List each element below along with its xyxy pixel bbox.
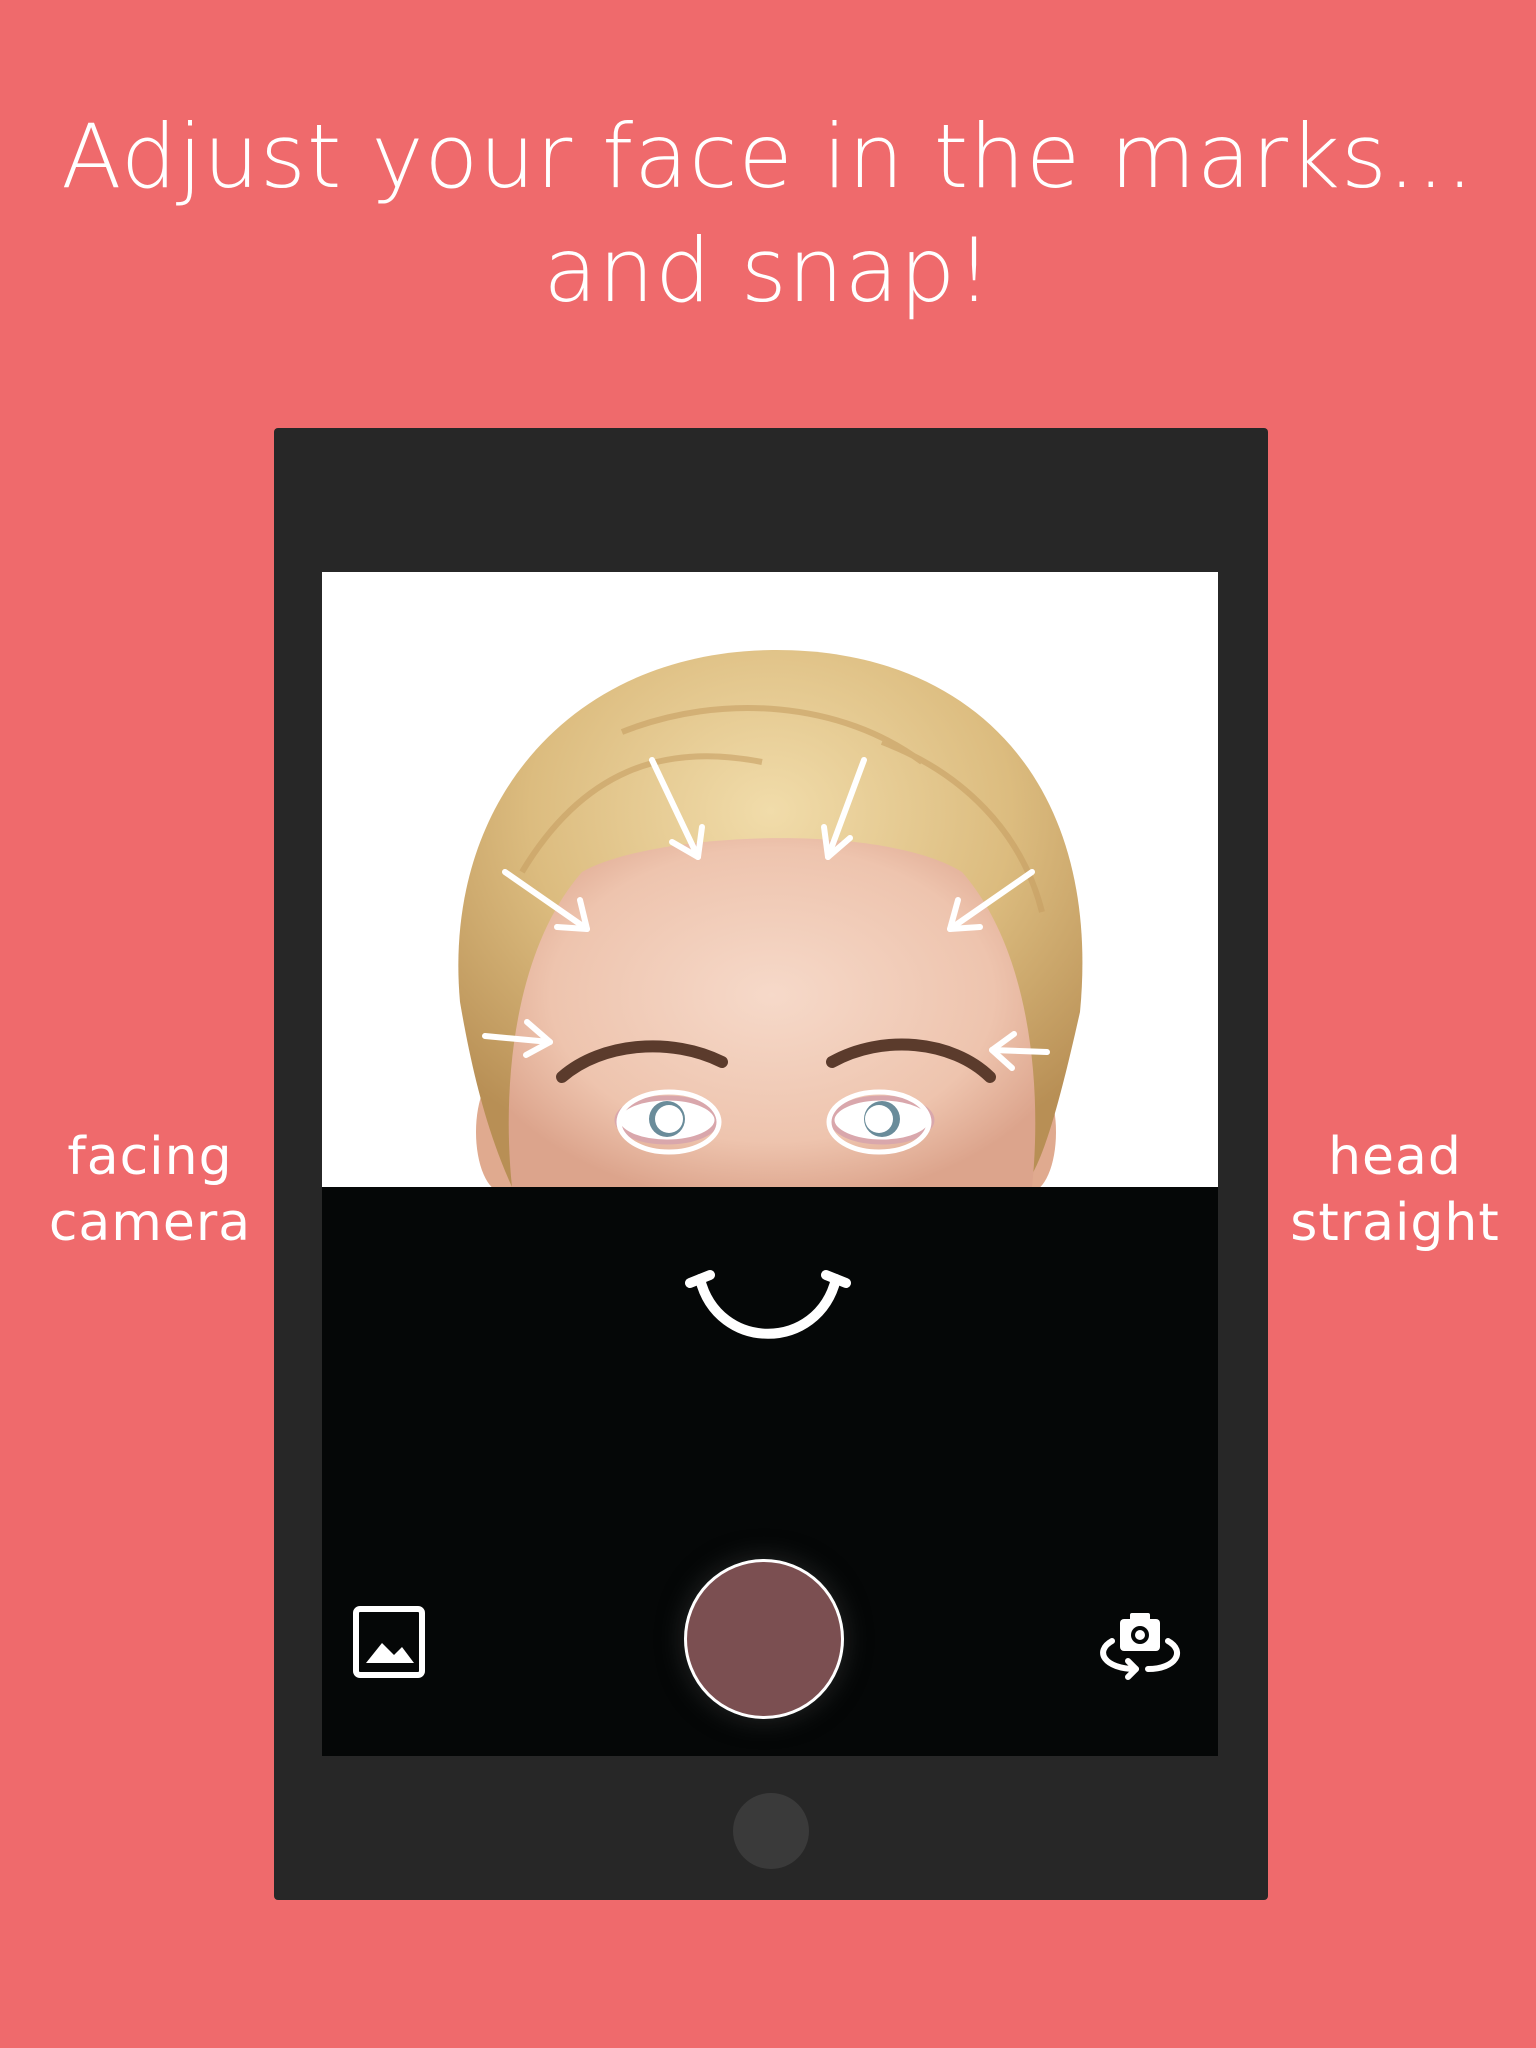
label-facing-camera: facing camera <box>40 1124 260 1256</box>
camera-screen <box>322 572 1218 1756</box>
home-button[interactable] <box>733 1793 809 1869</box>
headline: Adjust your face in the marks... and sna… <box>0 100 1536 328</box>
flip-camera-icon <box>1100 1613 1180 1680</box>
label-left-line-2: camera <box>48 1193 252 1253</box>
headline-line-1: Adjust your face in the marks... <box>61 105 1475 208</box>
flip-camera-button[interactable] <box>1090 1607 1190 1683</box>
camera-controls <box>322 1187 1218 1756</box>
gallery-icon <box>353 1606 425 1678</box>
label-left-line-1: facing <box>67 1127 233 1187</box>
face-preview <box>458 649 1083 1187</box>
gallery-button[interactable] <box>352 1605 426 1679</box>
label-head-straight: head straight <box>1270 1124 1520 1256</box>
shutter-button[interactable] <box>684 1559 844 1719</box>
headline-line-2: and snap! <box>543 219 993 322</box>
tablet-device <box>274 428 1268 1900</box>
label-right-line-1: head <box>1328 1127 1462 1187</box>
smile-guide-icon <box>685 1270 851 1339</box>
label-right-line-2: straight <box>1290 1193 1500 1253</box>
camera-viewfinder <box>322 572 1218 1187</box>
face <box>508 838 1036 1187</box>
